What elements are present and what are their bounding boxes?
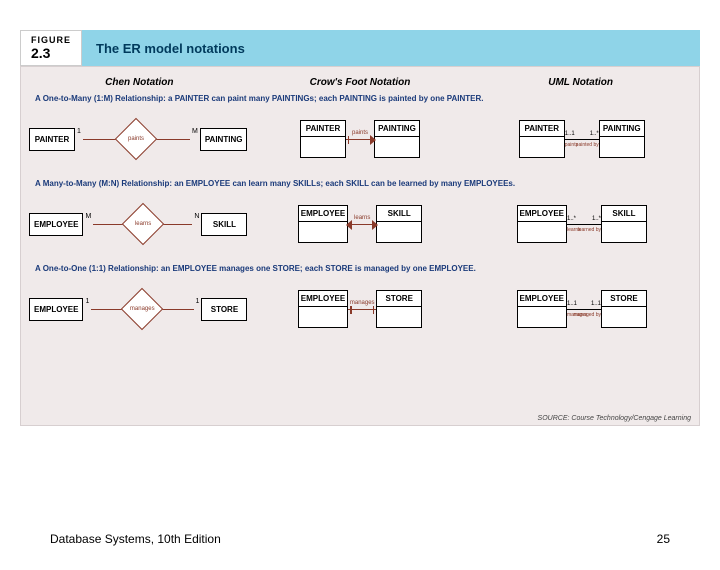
entity-box: PAINTING — [599, 120, 645, 158]
uml-cardinality: 1..1 — [567, 301, 577, 307]
crow-cell: PAINTER paints PAINTING — [251, 109, 469, 169]
cardinality: M — [83, 213, 93, 220]
diagram-row: EMPLOYEE M learns N SKILL EMPLOYEE learn… — [29, 194, 691, 254]
uml-cardinality: 1..* — [567, 216, 576, 222]
entity-header: STORE — [602, 291, 646, 307]
entity-header: EMPLOYEE — [299, 291, 347, 307]
entity-box: SKILL — [376, 205, 422, 243]
uml-cell: EMPLOYEE 1..1 1..1 manages managed by ST… — [473, 279, 691, 339]
diagram-row: PAINTER 1 paints M PAINTING PAINTER pain… — [29, 109, 691, 169]
relationship-label: paints — [128, 136, 144, 142]
relationship-description: A One-to-Many (1:M) Relationship: a PAIN… — [35, 94, 691, 103]
figure-title: The ER model notations — [82, 30, 700, 66]
figure-number: 2.3 — [31, 45, 71, 61]
entity-header: SKILL — [602, 206, 646, 222]
book-title: Database Systems, 10th Edition — [50, 532, 221, 546]
cardinality: M — [190, 128, 200, 135]
entity-box: STORE — [601, 290, 647, 328]
col-crow: Crow's Foot Notation — [251, 77, 469, 88]
source-attribution: SOURCE: Course Technology/Cengage Learni… — [538, 415, 691, 422]
entity-box: SKILL — [201, 213, 247, 236]
relationship-diamond: learns — [122, 203, 164, 245]
entity-header: PAINTER — [301, 121, 345, 137]
entity-box: PAINTER — [300, 120, 346, 158]
chen-cell: EMPLOYEE 1 manages 1 STORE — [29, 279, 247, 339]
uml-role: painted by — [576, 142, 599, 148]
figure-number-box: FIGURE 2.3 — [20, 30, 82, 66]
entity-header: STORE — [377, 291, 421, 307]
uml-cardinality: 1..* — [590, 131, 599, 137]
entity-header: EMPLOYEE — [518, 291, 566, 307]
cardinality: 1 — [83, 298, 91, 305]
entity-box: EMPLOYEE — [517, 290, 567, 328]
entity-box: EMPLOYEE — [298, 205, 348, 243]
uml-cardinality: 1..* — [592, 216, 601, 222]
entity-box: EMPLOYEE — [29, 298, 83, 321]
entity-box: EMPLOYEE — [517, 205, 567, 243]
relationship-description: A Many-to-Many (M:N) Relationship: an EM… — [35, 179, 691, 188]
entity-box: PAINTER — [29, 128, 75, 151]
diagram-area: Chen Notation Crow's Foot Notation UML N… — [20, 66, 700, 426]
uml-cardinality: 1..1 — [565, 131, 575, 137]
entity-box: PAINTER — [519, 120, 565, 158]
crow-cell: EMPLOYEE learns SKILL — [251, 194, 469, 254]
chen-cell: EMPLOYEE M learns N SKILL — [29, 194, 247, 254]
entity-header: EMPLOYEE — [299, 206, 347, 222]
chen-cell: PAINTER 1 paints M PAINTING — [29, 109, 247, 169]
uml-cell: PAINTER 1..1 1..* paints painted by PAIN… — [473, 109, 691, 169]
crow-connector: paints — [346, 139, 374, 140]
entity-box: PAINTING — [374, 120, 420, 158]
entity-header: PAINTING — [600, 121, 644, 137]
page-number: 25 — [657, 532, 670, 546]
col-chen: Chen Notation — [30, 77, 248, 88]
col-uml: UML Notation — [471, 77, 689, 88]
entity-header: SKILL — [377, 206, 421, 222]
entity-header: PAINTER — [520, 121, 564, 137]
relationship-diamond: paints — [115, 118, 157, 160]
uml-connector: 1..1 1..1 manages managed by — [567, 309, 601, 310]
diagram-row: EMPLOYEE 1 manages 1 STORE EMPLOYEE mana… — [29, 279, 691, 339]
uml-cell: EMPLOYEE 1..* 1..* learns learned by SKI… — [473, 194, 691, 254]
relationship-label: learns — [135, 221, 151, 227]
relationship-label: paints — [352, 130, 368, 136]
entity-box: PAINTING — [200, 128, 248, 151]
uml-connector: 1..* 1..* learns learned by — [567, 224, 601, 225]
uml-connector: 1..1 1..* paints painted by — [565, 139, 599, 140]
relationship-label: manages — [350, 300, 375, 306]
entity-box: STORE — [376, 290, 422, 328]
cardinality: 1 — [75, 128, 83, 135]
entity-header: PAINTING — [375, 121, 419, 137]
entity-box: STORE — [201, 298, 247, 321]
cardinality: N — [192, 213, 201, 220]
uml-cardinality: 1..1 — [591, 301, 601, 307]
entity-box: EMPLOYEE — [29, 213, 83, 236]
uml-role: managed by — [573, 312, 601, 318]
entity-header: EMPLOYEE — [518, 206, 566, 222]
crow-connector: learns — [348, 224, 376, 225]
relationship-label: learns — [354, 215, 370, 221]
figure-header: FIGURE 2.3 The ER model notations — [20, 30, 700, 66]
crow-connector: manages — [348, 309, 376, 310]
relationship-diamond: manages — [121, 288, 163, 330]
figure-label: FIGURE — [31, 35, 71, 45]
crow-cell: EMPLOYEE manages STORE — [251, 279, 469, 339]
cardinality: 1 — [194, 298, 202, 305]
column-headers: Chen Notation Crow's Foot Notation UML N… — [29, 77, 691, 88]
page-footer: Database Systems, 10th Edition 25 — [50, 532, 670, 546]
entity-box: SKILL — [601, 205, 647, 243]
relationship-description: A One-to-One (1:1) Relationship: an EMPL… — [35, 264, 691, 273]
entity-box: EMPLOYEE — [298, 290, 348, 328]
uml-role: learned by — [578, 227, 601, 233]
relationship-label: manages — [130, 306, 155, 312]
